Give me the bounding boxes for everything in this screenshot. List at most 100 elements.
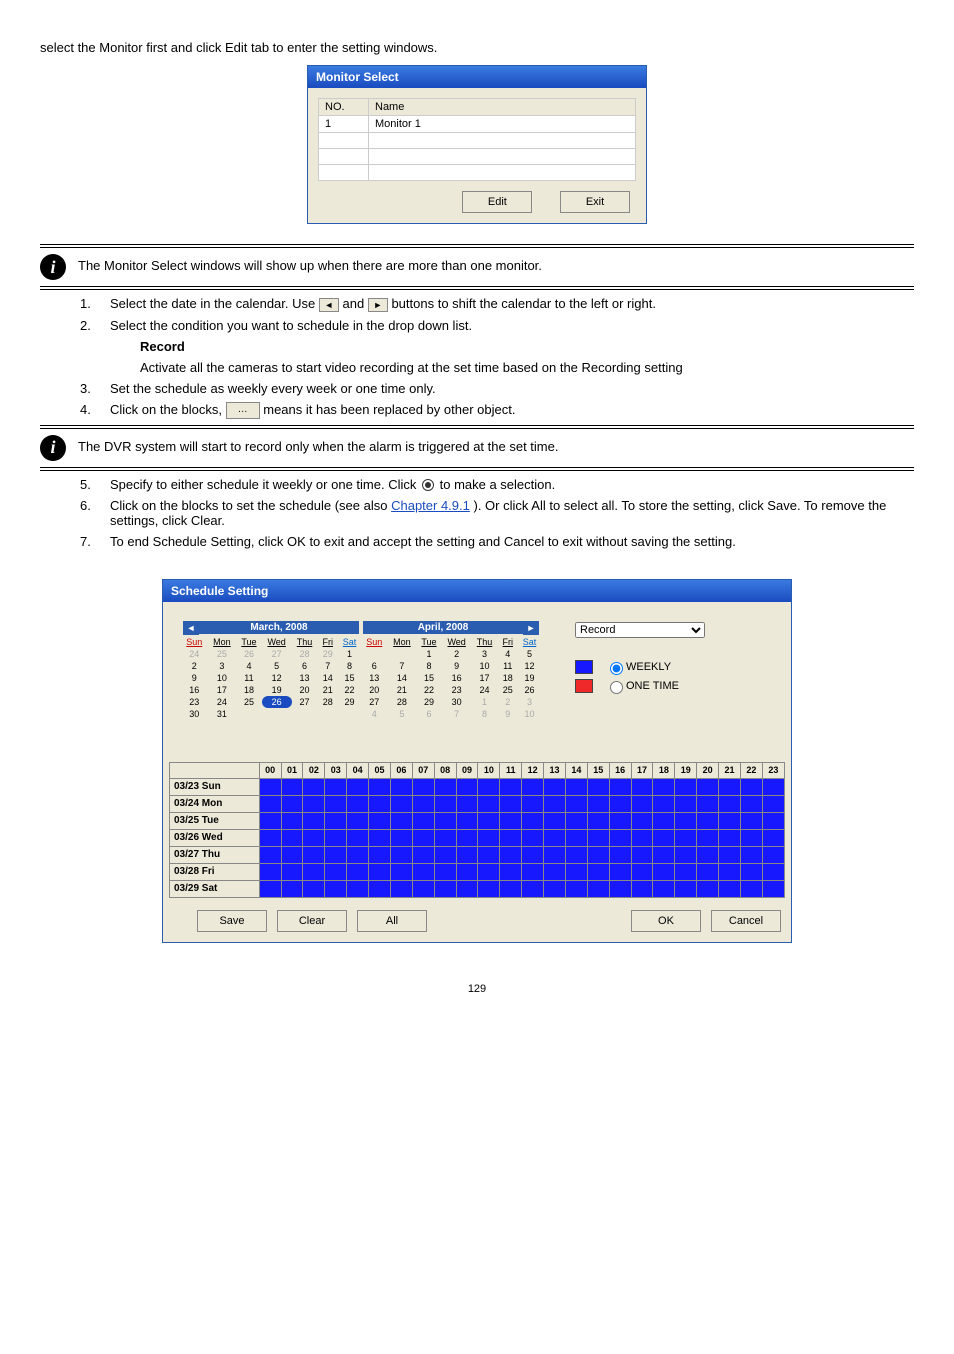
schedule-cell[interactable] [675,778,697,795]
schedule-cell[interactable] [456,829,478,846]
schedule-cell[interactable] [500,795,522,812]
clear-button[interactable]: Clear [277,910,347,932]
schedule-cell[interactable] [303,829,325,846]
schedule-cell[interactable] [565,812,587,829]
schedule-cell[interactable] [325,846,347,863]
schedule-cell[interactable] [587,795,609,812]
schedule-cell[interactable] [762,846,784,863]
schedule-cell[interactable] [522,812,544,829]
schedule-cell[interactable] [719,846,741,863]
schedule-cell[interactable] [719,880,741,897]
schedule-cell[interactable] [412,863,434,880]
schedule-cell[interactable] [500,846,522,863]
schedule-cell[interactable] [456,863,478,880]
schedule-cell[interactable] [434,880,456,897]
schedule-cell[interactable] [347,795,369,812]
schedule-cell[interactable] [653,846,675,863]
schedule-cell[interactable] [587,778,609,795]
cal-next-button[interactable]: ► [523,621,539,635]
schedule-cell[interactable] [609,880,631,897]
schedule-cell[interactable] [390,812,412,829]
schedule-cell[interactable] [369,812,391,829]
schedule-cell[interactable] [303,778,325,795]
schedule-cell[interactable] [544,846,566,863]
schedule-cell[interactable] [609,812,631,829]
schedule-cell[interactable] [434,795,456,812]
schedule-cell[interactable] [631,880,653,897]
schedule-cell[interactable] [762,812,784,829]
schedule-cell[interactable] [281,846,303,863]
schedule-cell[interactable] [281,863,303,880]
schedule-cell[interactable] [697,812,719,829]
schedule-cell[interactable] [478,812,500,829]
schedule-cell[interactable] [544,778,566,795]
schedule-cell[interactable] [259,795,281,812]
schedule-cell[interactable] [390,829,412,846]
schedule-cell[interactable] [259,829,281,846]
schedule-cell[interactable] [587,863,609,880]
schedule-cell[interactable] [544,863,566,880]
schedule-cell[interactable] [259,812,281,829]
schedule-cell[interactable] [587,829,609,846]
onetime-radio[interactable] [610,681,623,694]
schedule-cell[interactable] [719,795,741,812]
schedule-cell[interactable] [369,829,391,846]
schedule-cell[interactable] [281,812,303,829]
schedule-cell[interactable] [347,778,369,795]
schedule-cell[interactable] [259,880,281,897]
schedule-cell[interactable] [740,863,762,880]
schedule-cell[interactable] [347,812,369,829]
schedule-type-select[interactable]: Record [575,622,705,638]
schedule-cell[interactable] [565,846,587,863]
schedule-cell[interactable] [740,846,762,863]
schedule-cell[interactable] [347,880,369,897]
schedule-cell[interactable] [281,880,303,897]
schedule-cell[interactable] [565,829,587,846]
schedule-cell[interactable] [762,880,784,897]
schedule-cell[interactable] [522,778,544,795]
schedule-cell[interactable] [522,846,544,863]
schedule-cell[interactable] [456,846,478,863]
schedule-cell[interactable] [653,795,675,812]
schedule-cell[interactable] [522,795,544,812]
schedule-cell[interactable] [259,863,281,880]
schedule-cell[interactable] [478,795,500,812]
schedule-cell[interactable] [412,812,434,829]
schedule-cell[interactable] [281,829,303,846]
schedule-cell[interactable] [390,795,412,812]
schedule-cell[interactable] [740,812,762,829]
schedule-cell[interactable] [325,863,347,880]
schedule-cell[interactable] [565,880,587,897]
schedule-cell[interactable] [740,880,762,897]
schedule-cell[interactable] [478,778,500,795]
schedule-cell[interactable] [587,880,609,897]
schedule-cell[interactable] [719,812,741,829]
schedule-cell[interactable] [478,829,500,846]
schedule-cell[interactable] [325,812,347,829]
monitor-table[interactable]: NO. Name 1 Monitor 1 [318,98,636,181]
schedule-cell[interactable] [434,863,456,880]
schedule-cell[interactable] [719,829,741,846]
schedule-cell[interactable] [697,778,719,795]
weekly-radio[interactable] [610,662,623,675]
ok-button[interactable]: OK [631,910,701,932]
schedule-cell[interactable] [500,778,522,795]
exit-button[interactable]: Exit [560,191,630,213]
chapter-link[interactable]: Chapter 4.9.1 [391,498,470,513]
schedule-cell[interactable] [675,812,697,829]
schedule-cell[interactable] [500,880,522,897]
schedule-cell[interactable] [544,812,566,829]
schedule-cell[interactable] [631,829,653,846]
schedule-cell[interactable] [719,863,741,880]
schedule-cell[interactable] [456,812,478,829]
schedule-cell[interactable] [412,778,434,795]
schedule-cell[interactable] [434,812,456,829]
schedule-cell[interactable] [390,863,412,880]
schedule-cell[interactable] [412,846,434,863]
schedule-cell[interactable] [544,829,566,846]
schedule-cell[interactable] [478,880,500,897]
schedule-cell[interactable] [653,863,675,880]
schedule-cell[interactable] [762,829,784,846]
schedule-cell[interactable] [609,778,631,795]
schedule-cell[interactable] [697,846,719,863]
